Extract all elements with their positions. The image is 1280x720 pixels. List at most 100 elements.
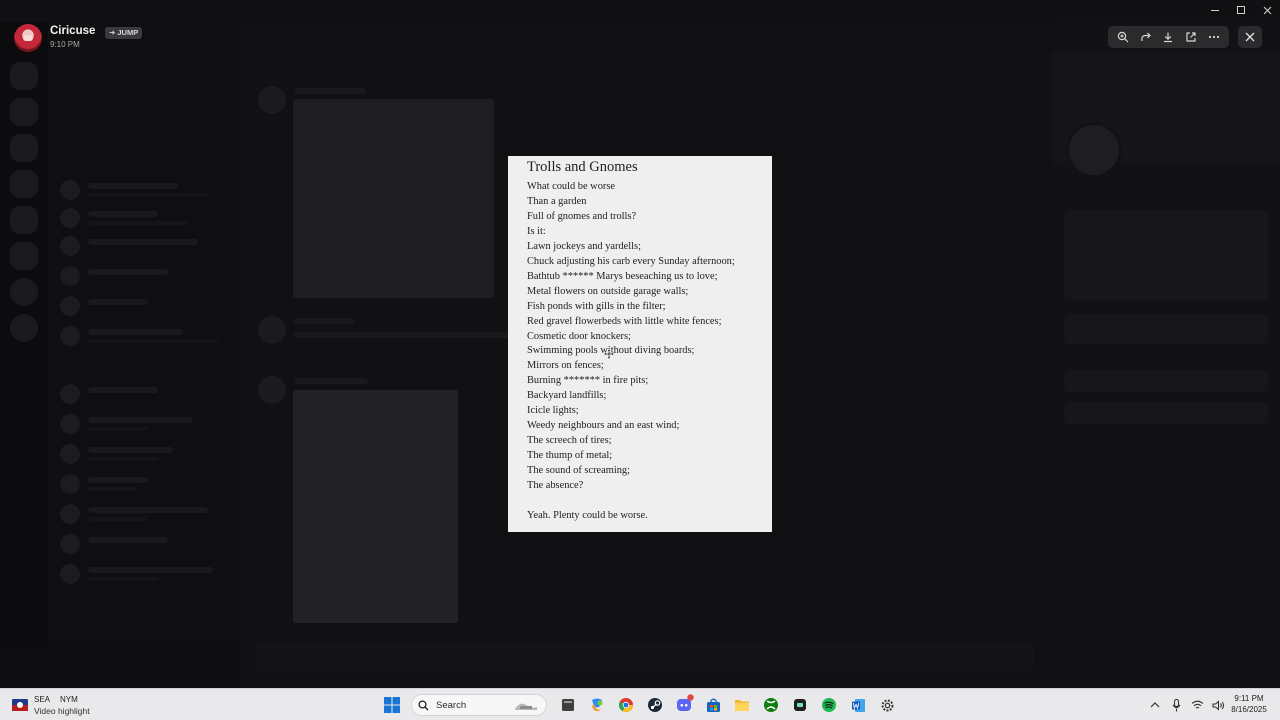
move-cursor-icon [604,349,614,359]
minimize-icon [1211,9,1219,11]
poem-line: Is it: [527,225,546,237]
jump-to-message-button[interactable]: ➜ JUMP [105,27,143,39]
list-item [60,292,230,320]
search-placeholder: Search [436,699,467,711]
clock-time: 9:11 PM [1234,694,1264,703]
image-attachment [293,99,494,298]
file-explorer-icon [562,699,574,711]
server-icon [10,278,38,306]
list-item [60,176,230,204]
tray-network[interactable] [1190,698,1204,712]
taskbar-folder[interactable] [730,693,754,717]
poem-line: Than a garden [527,195,587,207]
list-item [60,410,230,438]
zoom-in-button[interactable] [1114,28,1132,46]
xbox-icon [764,698,778,712]
forward-button[interactable] [1137,28,1155,46]
windows-logo-icon [384,697,400,713]
server-icon [10,242,38,270]
more-options-button[interactable] [1205,28,1223,46]
close-icon [1245,32,1255,42]
folder-icon [735,700,749,711]
poem-line: Metal flowers on outside garage walls; [527,285,689,297]
poem-line: The absence? [527,480,584,492]
taskbar-xbox[interactable] [759,693,783,717]
message-timestamp: 9:10 PM [50,40,80,49]
open-in-browser-button[interactable] [1182,28,1200,46]
poem-line: The sound of screaming; [527,465,631,477]
poem-line: Full of gnomes and trolls? [527,210,637,222]
poem-line: Swimming pools without diving boards; [527,345,695,357]
maximize-icon [1237,6,1245,14]
server-icon [10,314,38,342]
poem-title: Trolls and Gnomes [527,159,638,175]
taskbar-chrome[interactable] [614,693,638,717]
tray-overflow-button[interactable] [1148,698,1162,712]
list-item [60,380,230,408]
poem-line: Burning ******* in fire pits; [527,375,649,387]
taskbar-discord[interactable] [672,693,696,717]
window-controls [1202,0,1280,20]
profile-avatar [1066,122,1122,178]
minimize-button[interactable] [1202,0,1228,20]
avatar[interactable] [14,24,42,52]
server-icon [10,134,38,162]
poem-line: Fish ponds with gills in the filter; [527,300,666,312]
taskbar-word[interactable] [846,693,870,717]
window-close-button[interactable] [1254,0,1280,20]
list-item [60,470,230,498]
download-button[interactable] [1159,28,1177,46]
server-icon [10,206,38,234]
chat-header [240,22,1050,56]
poem-line: Mirrors on fences; [527,360,604,372]
poem-line [527,494,772,509]
message-avatar [258,316,286,344]
maximize-button[interactable] [1228,0,1254,20]
server-icon [10,170,38,198]
download-icon [1164,32,1173,43]
taskbar-clock[interactable]: 9:11 PM 8/16/2025 [1226,694,1272,714]
jump-label: JUMP [117,28,139,37]
open-external-icon [1186,32,1196,42]
poem-line: Weedy neighbours and an east wind; [527,420,680,432]
taskbar-store[interactable] [701,693,725,717]
background-window-title [0,0,1280,22]
taskbar-settings[interactable] [875,693,899,717]
search-icon [418,699,429,710]
store-icon [706,698,720,712]
profile-panel [1052,22,1280,688]
taskbar-steam[interactable] [643,693,667,717]
poem-line: Bathtub ****** Marys beseaching us to lo… [527,270,718,282]
message-line [294,378,368,384]
profile-block [1064,314,1268,344]
spotify-icon [822,698,836,712]
tray-microphone[interactable] [1169,698,1183,712]
taskbar-copilot[interactable] [585,693,609,717]
viewer-toolbar [1108,26,1229,48]
profile-block [1064,370,1268,392]
media-player-icon [794,699,806,711]
list-item [60,500,230,528]
list-item [60,262,230,290]
taskbar-search-box[interactable]: Search [411,694,547,716]
news-headline: SEA NYM [34,695,78,704]
poem-line: Icicle lights; [527,405,579,417]
list-item [60,530,230,558]
taskbar-spotify[interactable] [817,693,841,717]
author-username[interactable]: Ciricuse [50,25,95,37]
taskbar-media-player[interactable] [788,693,812,717]
start-button[interactable] [380,693,404,717]
profile-block [1064,402,1268,424]
document-attachment-thumbnail [293,390,458,623]
more-icon [1208,35,1219,39]
tray-volume[interactable] [1211,698,1225,712]
close-viewer-button[interactable] [1238,26,1262,48]
taskbar-file-explorer[interactable] [556,693,580,717]
microphone-icon [1172,698,1180,711]
poem-document-image: Trolls and Gnomes What could be worse Tha… [508,156,772,532]
clock-date: 8/16/2025 [1231,705,1267,714]
zoom-in-icon [1118,31,1129,43]
copilot-icon [592,698,603,712]
message-composer [256,642,1034,672]
server-icon [10,98,38,126]
